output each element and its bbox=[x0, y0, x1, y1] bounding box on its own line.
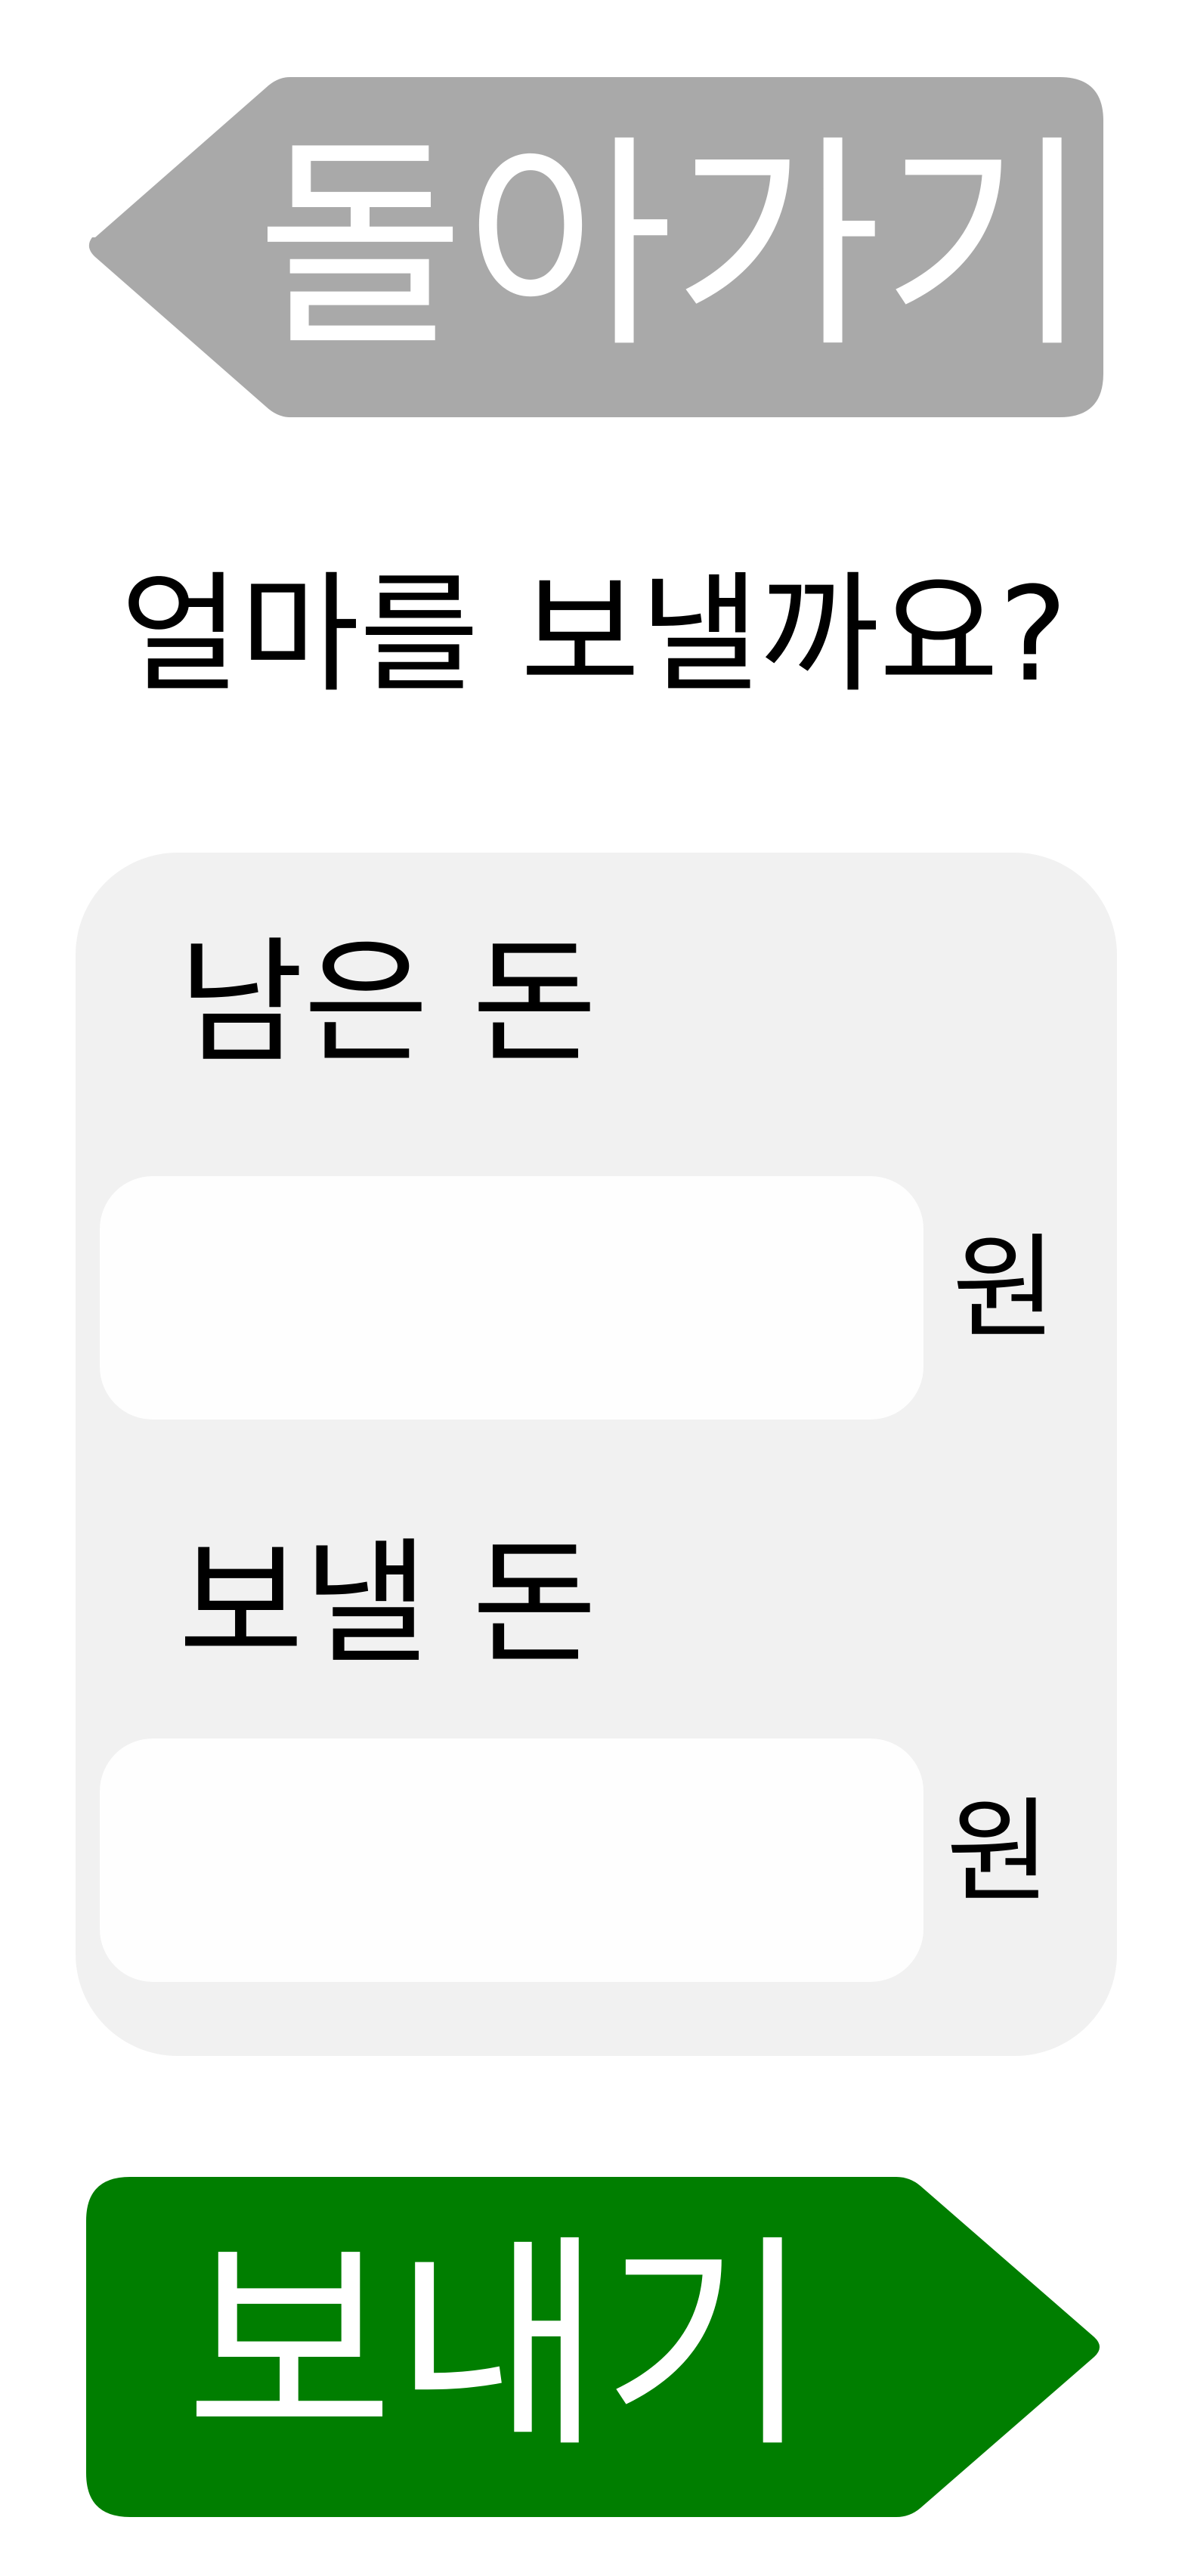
amount-form-panel: 남은 돈 원 보낼 돈 원 bbox=[76, 853, 1117, 2056]
send-button[interactable]: 보내기 bbox=[86, 2177, 1105, 2517]
remaining-money-field[interactable] bbox=[100, 1176, 923, 1420]
send-money-label: 보낼 돈 bbox=[178, 1525, 598, 1683]
back-button-label: 돌아가기 bbox=[256, 115, 1091, 379]
page-title: 얼마를 보낼까요? bbox=[120, 559, 1068, 711]
transfer-amount-screen: 돌아가기 얼마를 보낼까요? 남은 돈 원 보낼 돈 원 보내기 bbox=[0, 0, 1188, 2576]
back-button[interactable]: 돌아가기 bbox=[85, 77, 1103, 417]
remaining-money-unit: 원 bbox=[952, 1223, 1057, 1355]
send-button-label: 보내기 bbox=[185, 2215, 811, 2478]
remaining-money-label: 남은 돈 bbox=[178, 924, 598, 1082]
send-money-field[interactable] bbox=[100, 1738, 923, 1982]
send-money-unit: 원 bbox=[946, 1787, 1051, 1918]
